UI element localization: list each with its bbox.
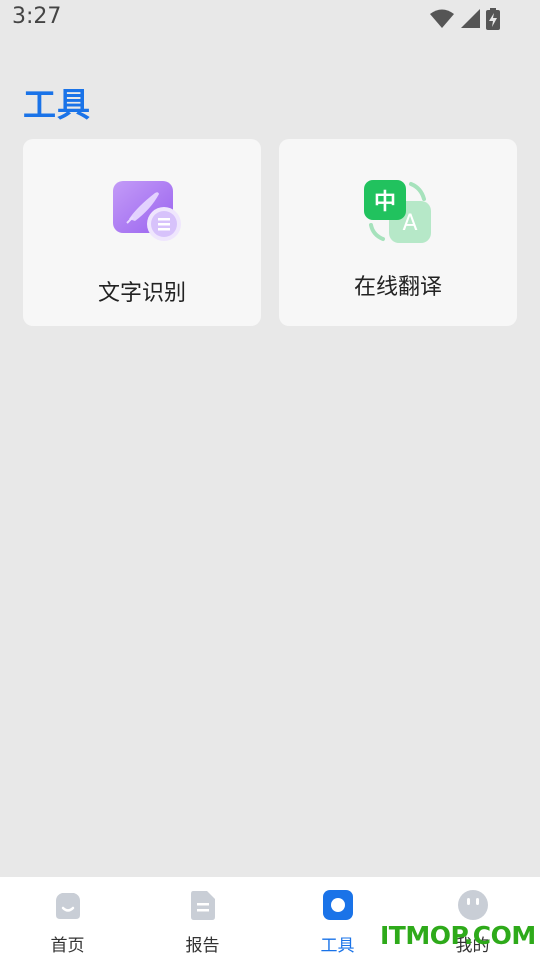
nav-label: 首页 [50,936,85,956]
nav-item-home[interactable]: 首页 [0,877,135,960]
page-title: 工具 [23,85,91,124]
signal-icon [461,9,480,28]
tool-card-label: 文字识别 [97,281,186,306]
report-icon [191,891,215,920]
tool-card-translate[interactable]: A 中 在线翻译 [279,139,517,326]
tool-card-label: 在线翻译 [353,275,442,300]
nav-label: 报告 [185,936,220,956]
battery-charging-icon [486,8,500,30]
status-icons [430,8,500,30]
wifi-icon [430,9,454,28]
profile-icon [458,890,488,920]
tool-card-text-recognition[interactable]: 文字识别 [23,139,261,326]
translate-icon: A 中 [364,180,431,243]
home-icon [56,893,80,919]
status-bar: 3:27 [0,0,540,40]
nav-item-report[interactable]: 报告 [135,877,270,960]
status-time: 3:27 [12,4,62,29]
text-recognition-icon [113,181,181,241]
watermark: ITMOP.COM [380,921,536,950]
svg-text:中: 中 [374,190,396,215]
tools-icon [323,890,353,920]
